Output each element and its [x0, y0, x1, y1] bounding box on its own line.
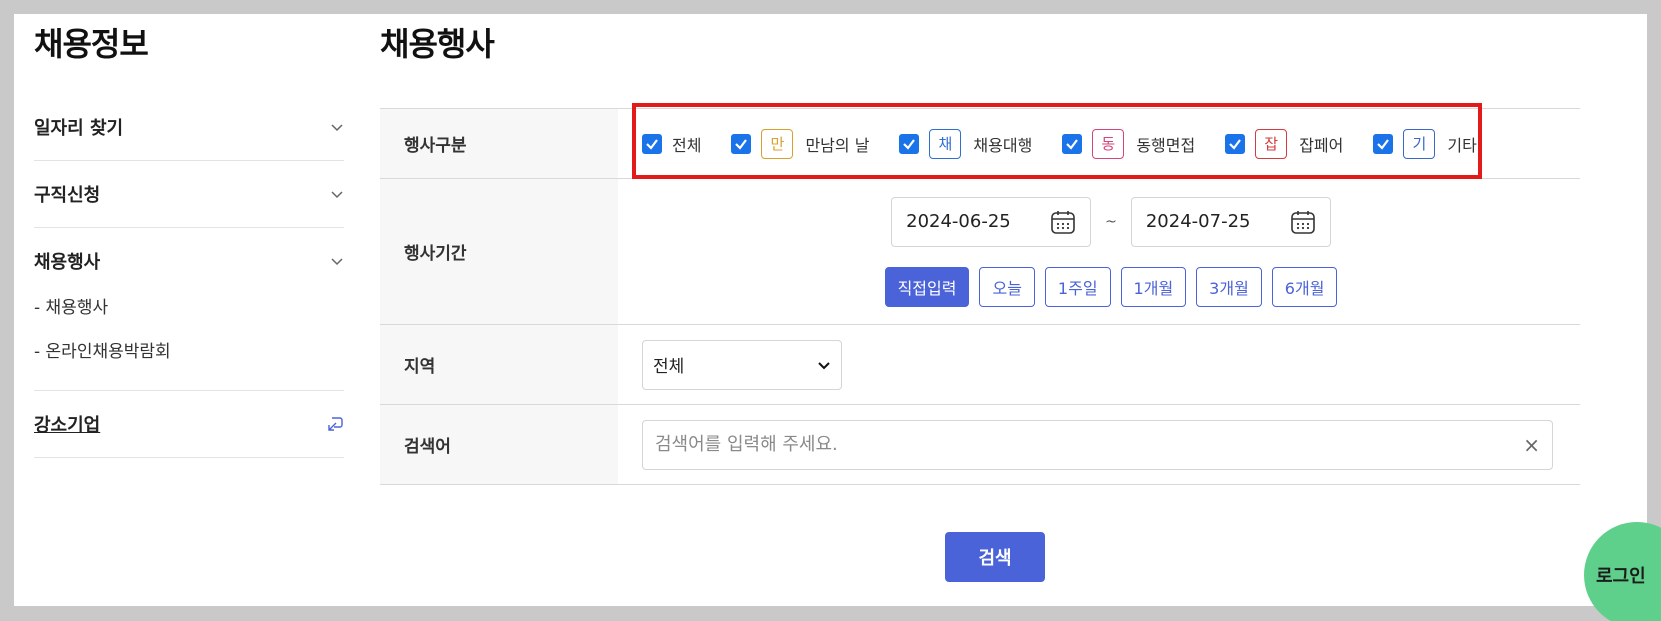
checkbox-checked-icon[interactable]	[1225, 133, 1246, 154]
checkbox-label: 만남의 날	[805, 135, 870, 155]
checkbox-checked-icon[interactable]	[731, 133, 752, 154]
checkbox-label: 채용대행	[973, 135, 1033, 155]
checkbox-label: 기타	[1447, 135, 1477, 155]
tag-accompany-badge: 동	[1092, 128, 1125, 159]
checkbox-label: 잡페어	[1299, 135, 1344, 155]
sidebar-group-job-apply: 구직신청	[34, 161, 344, 228]
label-event-type: 행사구분	[380, 109, 618, 178]
date-range: 2024-06-25 ~ 2024-07-25	[891, 196, 1331, 247]
event-type-content: 전체 만 만남의 날 채 채용대행 동 동행면접 잡 잡페어 기 기타	[618, 109, 1580, 178]
checkbox-checked-icon[interactable]	[642, 133, 662, 154]
label-region: 지역	[380, 325, 618, 404]
sidebar-item-label: 일자리 찾기	[34, 118, 124, 139]
quick-button-6months[interactable]: 6개월	[1271, 266, 1338, 307]
chevron-down-icon	[331, 124, 343, 132]
sidebar-item-label: 구직신청	[34, 185, 101, 206]
quick-button-1week[interactable]: 1주일	[1044, 266, 1111, 307]
external-link-icon	[328, 417, 343, 431]
checkbox-label: 전체	[672, 135, 702, 155]
date-end-value: 2024-07-25	[1145, 211, 1251, 232]
keyword-input[interactable]	[655, 434, 1524, 455]
chevron-down-icon	[331, 191, 343, 199]
date-end-input[interactable]: 2024-07-25	[1130, 196, 1331, 247]
checkbox-checked-icon[interactable]	[1373, 133, 1394, 154]
region-content: 전체	[618, 325, 1580, 404]
search-button[interactable]: 검색	[945, 532, 1045, 582]
tag-etc-badge: 기	[1403, 128, 1436, 159]
calendar-icon[interactable]	[1290, 209, 1316, 235]
quick-button-today[interactable]: 오늘	[979, 266, 1035, 307]
label-keyword: 검색어	[380, 405, 618, 484]
checkbox-all[interactable]: 전체	[642, 132, 701, 156]
submenu-item-online-fair[interactable]: - 온라인채용박람회	[34, 330, 344, 374]
label-period: 행사기간	[380, 179, 618, 324]
keyword-content: ×	[618, 405, 1580, 484]
checkbox-label: 동행면접	[1136, 135, 1196, 155]
row-event-type: 행사구분 전체 만 만남의 날 채 채용대행 동 동행면접 잡 잡페어 기 기타	[380, 103, 1580, 179]
checkbox-checked-icon[interactable]	[1062, 133, 1083, 154]
quick-button-direct[interactable]: 직접입력	[884, 266, 970, 307]
search-form: 행사구분 전체 만 만남의 날 채 채용대행 동 동행면접 잡 잡페어 기 기타…	[380, 103, 1580, 485]
sidebar-item-label: 채용행사	[34, 252, 101, 273]
calendar-icon[interactable]	[1050, 209, 1076, 235]
chevron-down-icon	[331, 258, 343, 266]
sidebar-title: 채용정보	[34, 25, 149, 63]
sidebar-group-job-search: 일자리 찾기	[34, 94, 344, 161]
checkbox-job-fair[interactable]: 잡 잡페어	[1225, 128, 1344, 159]
clear-icon[interactable]: ×	[1523, 433, 1540, 457]
page-title: 채용행사	[380, 25, 495, 63]
checkbox-meeting-day[interactable]: 만 만남의 날	[731, 128, 870, 159]
region-selected-value: 전체	[653, 357, 685, 377]
period-content: 2024-06-25 ~ 2024-07-25 직접입력 오늘 1주일 1개월 …	[618, 179, 1580, 324]
tag-recruit-badge: 채	[929, 128, 962, 159]
row-keyword: 검색어 ×	[380, 405, 1580, 485]
date-start-input[interactable]: 2024-06-25	[891, 196, 1092, 247]
main-content: 채용행사 행사구분 전체 만 만남의 날 채 채용대행 동 동행면접 잡 잡페어…	[380, 24, 1580, 582]
sidebar-item-job-search[interactable]: 일자리 찾기	[34, 94, 344, 160]
sidebar-item-small-strong[interactable]: 강소기업	[34, 391, 344, 457]
quick-button-3months[interactable]: 3개월	[1196, 266, 1262, 307]
region-select[interactable]: 전체	[642, 339, 842, 390]
sidebar: 채용정보 일자리 찾기 구직신청 채용행사 - 채용행사 - 온라인채용박람회	[34, 24, 344, 458]
page: 채용정보 일자리 찾기 구직신청 채용행사 - 채용행사 - 온라인채용박람회	[14, 14, 1661, 621]
tag-meeting-badge: 만	[761, 128, 794, 159]
submenu-item-recruit-event[interactable]: - 채용행사	[34, 286, 344, 330]
keyword-box: ×	[642, 419, 1553, 470]
sidebar-group-small-strong: 강소기업	[34, 391, 344, 458]
quick-period-buttons: 직접입력 오늘 1주일 1개월 3개월 6개월	[884, 266, 1338, 307]
date-separator: ~	[1105, 213, 1117, 230]
checkbox-recruit-agency[interactable]: 채 채용대행	[899, 128, 1033, 159]
row-region: 지역 전체	[380, 325, 1580, 405]
submenu: - 채용행사 - 온라인채용박람회	[34, 286, 344, 390]
date-start-value: 2024-06-25	[906, 211, 1011, 232]
sidebar-item-recruit-event[interactable]: 채용행사	[34, 228, 344, 294]
checkbox-accompany-interview[interactable]: 동 동행면접	[1062, 128, 1196, 159]
event-type-checkboxes: 전체 만 만남의 날 채 채용대행 동 동행면접 잡 잡페어 기 기타	[642, 128, 1507, 159]
sidebar-item-job-apply[interactable]: 구직신청	[34, 161, 344, 227]
sidebar-item-label: 강소기업	[34, 415, 101, 436]
quick-button-1month[interactable]: 1개월	[1120, 266, 1187, 307]
checkbox-checked-icon[interactable]	[899, 133, 920, 154]
tag-job-fair-badge: 잡	[1255, 128, 1288, 159]
checkbox-etc[interactable]: 기 기타	[1373, 128, 1477, 159]
row-period: 행사기간 2024-06-25 ~ 2024-07-25 직접입력 오늘 1주일…	[380, 179, 1580, 325]
sidebar-group-recruit-event: 채용행사 - 채용행사 - 온라인채용박람회	[34, 228, 344, 391]
chevron-down-icon	[818, 361, 830, 369]
login-button[interactable]: 로그인	[1584, 522, 1661, 621]
